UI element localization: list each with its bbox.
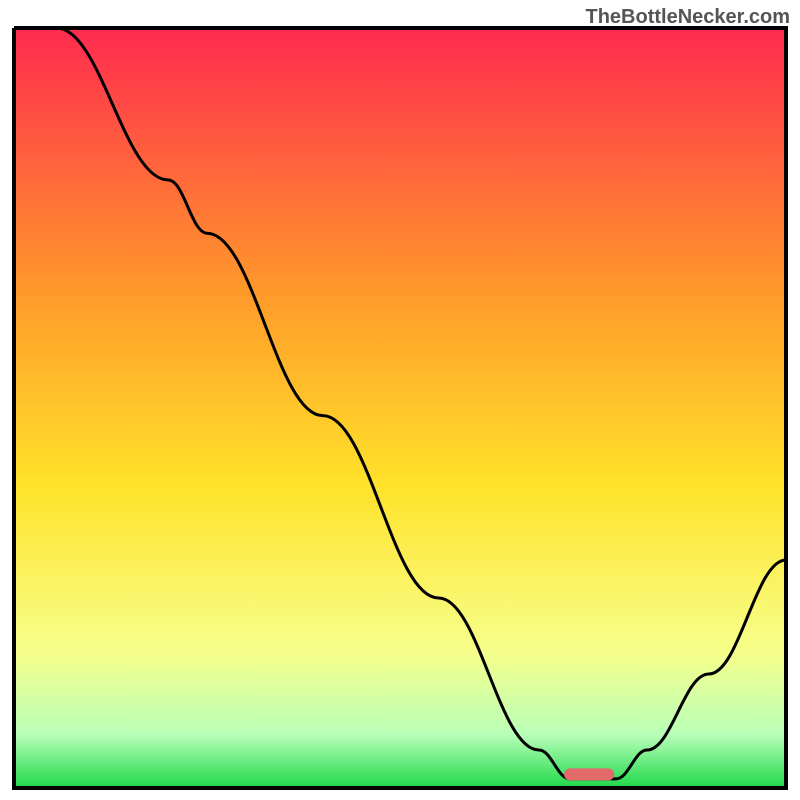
optimal-marker [564,768,614,780]
chart-container: TheBottleNecker.com [0,0,800,800]
watermark-text: TheBottleNecker.com [585,6,790,29]
bottleneck-chart [0,0,800,800]
